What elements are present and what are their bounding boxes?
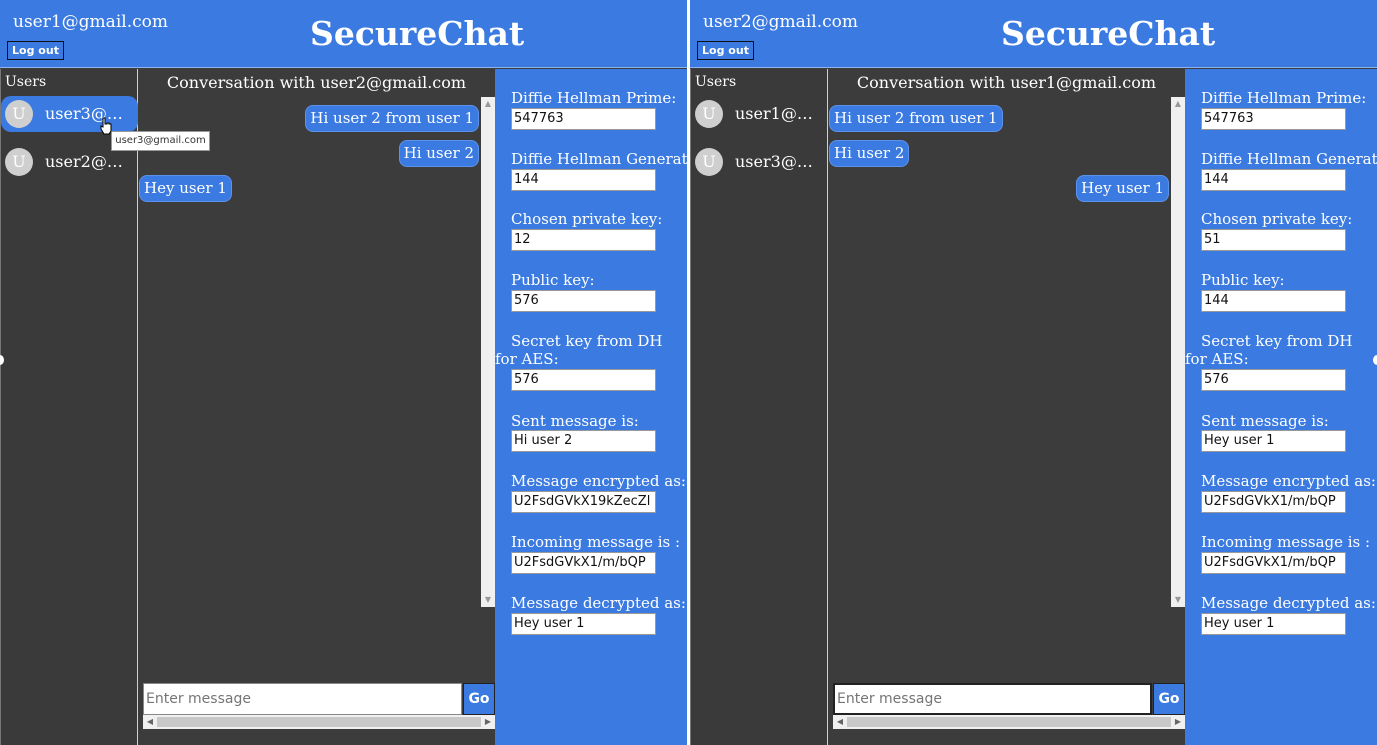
vertical-scrollbar[interactable]: ▲ ▼ bbox=[1171, 97, 1185, 607]
send-button[interactable]: Go bbox=[463, 683, 495, 715]
label-sent-message: Sent message is: bbox=[511, 412, 639, 430]
label-decrypted: Message decrypted as: bbox=[1201, 594, 1376, 612]
logout-button[interactable]: Log out bbox=[697, 41, 754, 60]
label-encrypted: Message encrypted as: bbox=[511, 472, 686, 490]
scroll-left-icon[interactable]: ◀ bbox=[143, 715, 157, 729]
value-secret-key[interactable]: 576 bbox=[1201, 369, 1346, 391]
message-bubble: Hi user 2 from user 1 bbox=[305, 105, 479, 132]
value-encrypted[interactable]: U2FsdGVkX19kZecZl bbox=[511, 491, 656, 513]
avatar: U bbox=[5, 100, 33, 128]
users-sidebar: Users U user1@gmail.com U user3@gmail.co… bbox=[690, 69, 828, 745]
value-secret-key[interactable]: 576 bbox=[511, 369, 656, 391]
value-decrypted[interactable]: Hey user 1 bbox=[1201, 613, 1346, 635]
scroll-thumb[interactable] bbox=[157, 717, 481, 727]
label-secret-key: Secret key from DH for AES: bbox=[495, 332, 663, 368]
horizontal-scrollbar[interactable]: ◀ ▶ bbox=[143, 715, 495, 729]
scroll-thumb[interactable] bbox=[847, 717, 1171, 727]
account-email: user1@gmail.com bbox=[13, 12, 168, 32]
user-item-user3[interactable]: U user3@gmail.com bbox=[1, 96, 138, 132]
scroll-right-icon[interactable]: ▶ bbox=[481, 715, 495, 729]
user-item-user1[interactable]: U user1@gmail.com bbox=[691, 96, 828, 132]
message-composer: Go bbox=[143, 683, 495, 715]
scroll-up-icon[interactable]: ▲ bbox=[481, 97, 495, 111]
chat-window-user1: user1@gmail.com Log out SecureChat Users… bbox=[0, 0, 687, 745]
value-sent-message[interactable]: Hey user 1 bbox=[1201, 430, 1346, 452]
value-private-key[interactable]: 12 bbox=[511, 229, 656, 251]
scroll-up-icon[interactable]: ▲ bbox=[1171, 97, 1185, 111]
scroll-down-icon[interactable]: ▼ bbox=[481, 593, 495, 607]
label-generator: Diffie Hellman Generator: bbox=[1201, 150, 1377, 168]
resize-handle-icon[interactable] bbox=[1373, 355, 1377, 365]
send-button[interactable]: Go bbox=[1153, 683, 1185, 715]
value-public-key[interactable]: 576 bbox=[511, 290, 656, 312]
label-private-key: Chosen private key: bbox=[511, 210, 663, 228]
label-prime: Diffie Hellman Prime: bbox=[1201, 89, 1367, 107]
scroll-left-icon[interactable]: ◀ bbox=[833, 715, 847, 729]
users-heading: Users bbox=[5, 74, 47, 90]
message-bubble: Hey user 1 bbox=[139, 175, 232, 202]
value-incoming[interactable]: U2FsdGVkX1/m/bQP bbox=[1201, 552, 1346, 574]
message-bubble: Hi user 2 bbox=[398, 140, 479, 167]
value-encrypted[interactable]: U2FsdGVkX1/m/bQP bbox=[1201, 491, 1346, 513]
label-sent-message: Sent message is: bbox=[1201, 412, 1329, 430]
app-title: SecureChat bbox=[1001, 14, 1216, 53]
conversation-panel: Conversation with user2@gmail.com Hi use… bbox=[138, 69, 495, 745]
label-generator: Diffie Hellman Generator: bbox=[511, 150, 687, 168]
value-decrypted[interactable]: Hey user 1 bbox=[511, 613, 656, 635]
message-bubble: Hey user 1 bbox=[1076, 175, 1169, 202]
label-private-key: Chosen private key: bbox=[1201, 210, 1353, 228]
conversation-panel: Conversation with user1@gmail.com Hi use… bbox=[828, 69, 1185, 745]
users-sidebar: Users U user3@gmail.com U user2@gmail.co… bbox=[0, 69, 138, 745]
user-name: user3@gmail.com bbox=[735, 152, 817, 171]
label-prime: Diffie Hellman Prime: bbox=[511, 89, 677, 107]
user-tooltip: user3@gmail.com bbox=[111, 131, 210, 151]
label-incoming: Incoming message is : bbox=[1201, 533, 1371, 551]
avatar: U bbox=[695, 100, 723, 128]
label-public-key: Public key: bbox=[511, 271, 595, 289]
user-name: user2@gmail.com bbox=[45, 152, 127, 171]
user-item-user3[interactable]: U user3@gmail.com bbox=[691, 144, 828, 180]
vertical-scrollbar[interactable]: ▲ ▼ bbox=[481, 97, 495, 607]
chat-window-user2: user2@gmail.com Log out SecureChat Users… bbox=[690, 0, 1377, 745]
account-email: user2@gmail.com bbox=[703, 12, 858, 32]
crypto-info-panel: Diffie Hellman Prime: 547763 Diffie Hell… bbox=[1185, 69, 1377, 745]
message-bubble: Hi user 2 from user 1 bbox=[829, 105, 1003, 132]
label-encrypted: Message encrypted as: bbox=[1201, 472, 1376, 490]
crypto-info-panel: Diffie Hellman Prime: 547763 Diffie Hell… bbox=[495, 69, 687, 745]
users-heading: Users bbox=[695, 74, 737, 90]
header: user2@gmail.com Log out SecureChat bbox=[690, 0, 1377, 68]
label-decrypted: Message decrypted as: bbox=[511, 594, 686, 612]
value-generator[interactable]: 144 bbox=[511, 169, 656, 191]
horizontal-scrollbar[interactable]: ◀ ▶ bbox=[833, 715, 1185, 729]
scroll-down-icon[interactable]: ▼ bbox=[1171, 593, 1185, 607]
message-composer: Go bbox=[833, 683, 1185, 715]
message-bubble: Hi user 2 bbox=[829, 140, 910, 167]
user-name: user3@gmail.com bbox=[45, 104, 127, 123]
value-sent-message[interactable]: Hi user 2 bbox=[511, 430, 656, 452]
value-prime[interactable]: 547763 bbox=[1201, 108, 1346, 130]
conversation-title: Conversation with user1@gmail.com bbox=[856, 73, 1157, 92]
header: user1@gmail.com Log out SecureChat bbox=[0, 0, 687, 68]
message-input[interactable] bbox=[143, 683, 462, 715]
value-private-key[interactable]: 51 bbox=[1201, 229, 1346, 251]
conversation-title: Conversation with user2@gmail.com bbox=[166, 73, 467, 92]
app-title: SecureChat bbox=[310, 14, 525, 53]
value-generator[interactable]: 144 bbox=[1201, 169, 1346, 191]
message-list[interactable]: Hi user 2 from user 1 Hi user 2 Hey user… bbox=[828, 97, 1185, 607]
label-incoming: Incoming message is : bbox=[511, 533, 681, 551]
message-list[interactable]: Hi user 2 from user 1 Hi user 2 Hey user… bbox=[138, 97, 495, 607]
scroll-right-icon[interactable]: ▶ bbox=[1171, 715, 1185, 729]
value-incoming[interactable]: U2FsdGVkX1/m/bQP bbox=[511, 552, 656, 574]
value-prime[interactable]: 547763 bbox=[511, 108, 656, 130]
label-public-key: Public key: bbox=[1201, 271, 1285, 289]
logout-button[interactable]: Log out bbox=[7, 41, 64, 60]
message-input[interactable] bbox=[833, 683, 1152, 715]
user-name: user1@gmail.com bbox=[735, 104, 817, 123]
value-public-key[interactable]: 144 bbox=[1201, 290, 1346, 312]
avatar: U bbox=[5, 148, 33, 176]
avatar: U bbox=[695, 148, 723, 176]
hand-cursor-icon bbox=[100, 117, 112, 135]
label-secret-key: Secret key from DH for AES: bbox=[1185, 332, 1353, 368]
